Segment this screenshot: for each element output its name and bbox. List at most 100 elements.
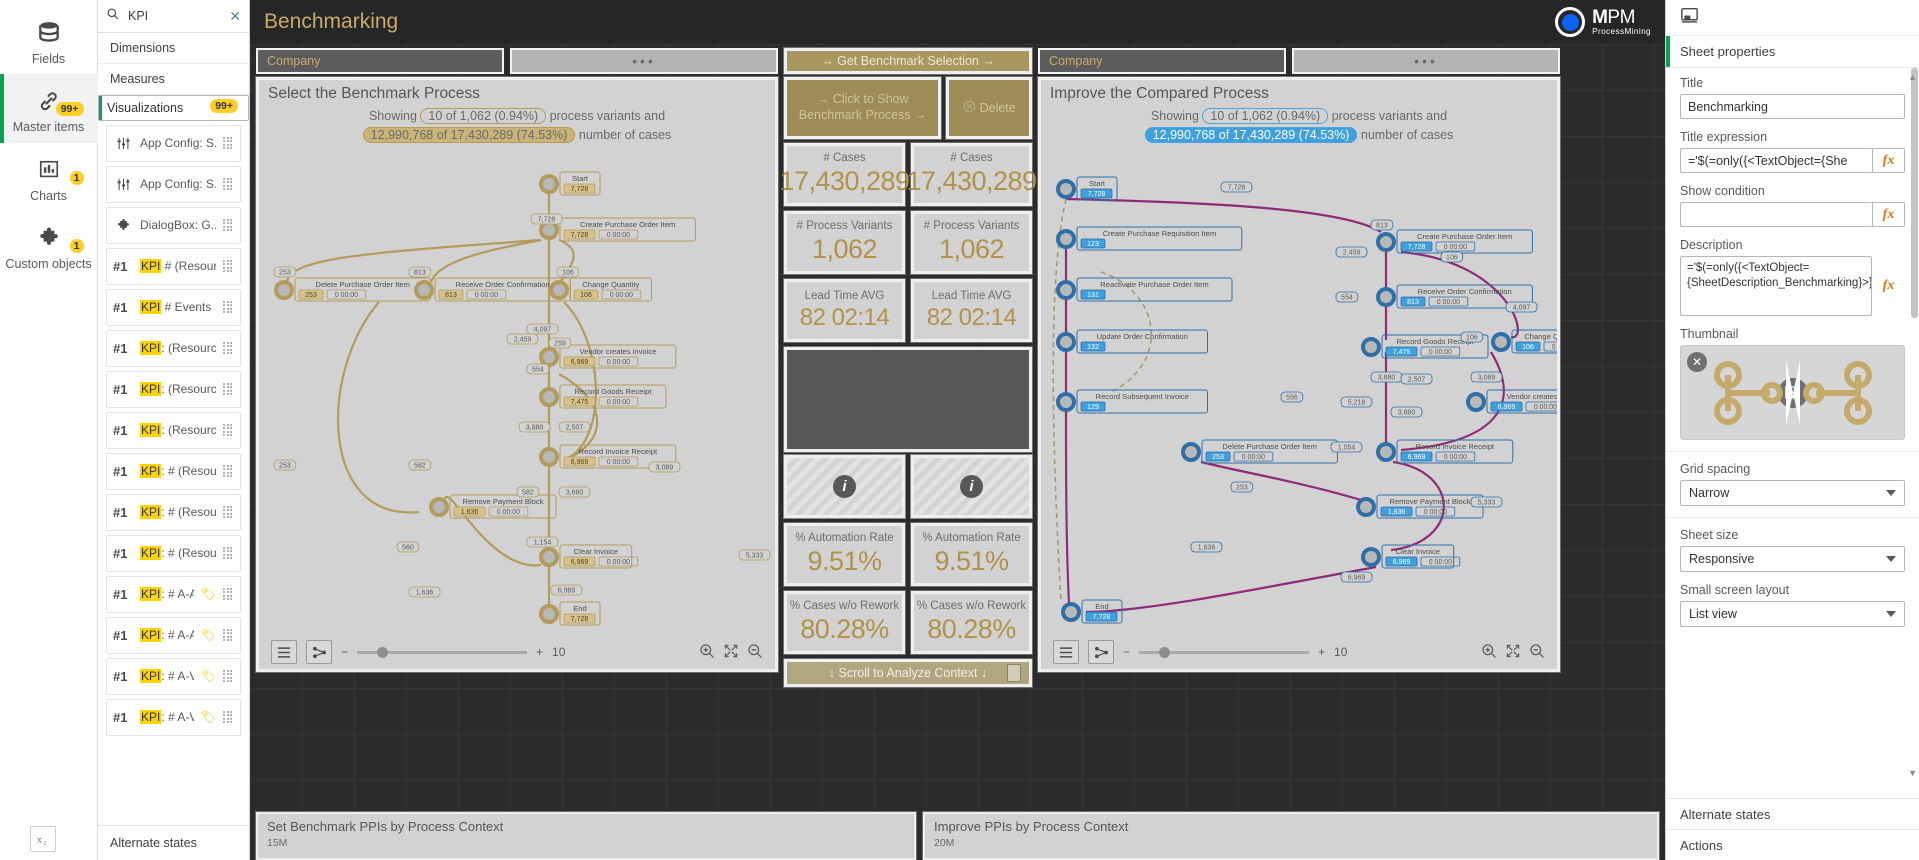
kpi-cases-right[interactable]: # Cases 17,430,289 (906, 142, 1037, 207)
kpi-automation-left[interactable]: % Automation Rate 9.51% (783, 522, 906, 587)
zoom-minus-icon[interactable]: − (341, 645, 348, 659)
small-screen-select[interactable]: List view (1680, 601, 1905, 627)
kpi-rework-right[interactable]: % Cases w/o Rework 80.28% (910, 590, 1033, 655)
scroll-handle[interactable] (1007, 664, 1021, 682)
drag-handle-icon[interactable] (223, 505, 234, 519)
kpi-leadtime-left[interactable]: Lead Time AVG 82 02:14 (783, 278, 906, 343)
show-condition-fx-button[interactable]: fx (1872, 202, 1905, 227)
benchmark-process-graph[interactable]: Start 7,728 Create Purchase Order Item 7,72… (259, 142, 775, 669)
process-node[interactable]: Create Purchase Order Item 7,728 0 00:00 (1376, 229, 1533, 254)
delete-button[interactable]: Delete (945, 76, 1033, 140)
benchmark-process-canvas[interactable]: Select the Benchmark Process Showing 10 … (259, 80, 775, 669)
master-items-list[interactable]: App Config: S... App Config: S... DialogBo… (98, 121, 249, 860)
master-item-row[interactable]: #1 KPI: (Resourc... (106, 330, 241, 367)
process-node[interactable]: Delete Purchase Order Item 253 0 00:00 (274, 277, 431, 302)
compared-process-object[interactable]: Improve the Compared Process Showing 10 … (1037, 76, 1561, 673)
kpi-cases-left[interactable]: # Cases 17,430,289 (779, 142, 910, 207)
cases-pill[interactable]: 12,990,768 of 17,430,289 (74.53%) (362, 126, 576, 143)
title-expression-fx-button[interactable]: fx (1872, 148, 1905, 173)
section-visualizations[interactable]: Visualizations 99+ (98, 95, 249, 121)
compared-process-graph[interactable]: Start 7,728 Create Purchase Requisition It… (1041, 142, 1557, 669)
left-tab-ellipsis[interactable]: ••• (510, 48, 778, 74)
properties-scrollbar[interactable] (1911, 68, 1918, 780)
master-item-row[interactable]: #1 KPI: (Resourc... (106, 412, 241, 449)
master-item-row[interactable]: DialogBox: G... (106, 207, 241, 244)
process-node[interactable]: Update Order Confirmation 132 (1056, 329, 1208, 354)
menu-icon[interactable] (1053, 640, 1079, 664)
clear-search-icon[interactable]: ✕ (229, 8, 241, 25)
master-item-row[interactable]: #1 KPI: # (Resour... (106, 535, 241, 572)
sheet-size-select[interactable]: Responsive (1680, 546, 1905, 572)
zoom-in-icon[interactable] (699, 643, 715, 662)
process-node[interactable]: Create Purchase Requisition Item 123 (1056, 226, 1243, 251)
master-item-row[interactable]: #1 KPI: # A-Var... 🏷 (106, 658, 241, 695)
master-item-row[interactable]: #1 KPI: # A-Var... 🏷 (106, 699, 241, 736)
process-node[interactable]: Vendor creates invoice 6,969 0 00:00 (539, 344, 677, 369)
zoom-out-icon[interactable] (1529, 643, 1545, 662)
process-node[interactable]: Clear Invoice 6,969 0 00:00 (1361, 544, 1461, 569)
formula-icon[interactable]: x2 (30, 826, 56, 852)
kpi-variants-left[interactable]: # Process Variants 1,062 (783, 210, 906, 275)
drag-handle-icon[interactable] (223, 628, 234, 642)
filter-graph-icon[interactable] (1088, 640, 1114, 664)
rail-item-master-items[interactable]: 99+ Master items (0, 74, 98, 144)
alternate-states-row[interactable]: Alternate states (98, 825, 249, 860)
click-to-show-benchmark-button[interactable]: → Click to Show Benchmark Process → (782, 76, 943, 140)
drag-handle-icon[interactable] (223, 341, 234, 355)
process-node[interactable]: Remove Payment Block 1,636 0 00:00 (429, 494, 557, 519)
sheet-icon[interactable] (1680, 7, 1699, 29)
set-benchmark-ppis-object[interactable]: Set Benchmark PPIs by Process Context 15… (255, 811, 917, 860)
get-benchmark-selection-button[interactable]: → Get Benchmark Selection → (783, 47, 1033, 75)
title-expression-input[interactable]: ='$(=only({<TextObject={She (1680, 148, 1872, 173)
drag-handle-icon[interactable] (223, 300, 234, 314)
rail-item-charts[interactable]: 1 Charts (0, 143, 98, 211)
master-item-row[interactable]: #1 KPI # (Resour... (106, 248, 241, 285)
master-item-row[interactable]: #1 KPI: # (Resour... (106, 453, 241, 490)
description-textarea[interactable]: ='$(=only({<TextObject={SheetDescription… (1680, 256, 1872, 316)
right-tab-company[interactable]: Company (1038, 48, 1286, 74)
process-node[interactable]: Remove Payment Block 1,636 0 00:00 (1356, 494, 1484, 519)
drag-handle-icon[interactable] (223, 218, 234, 232)
benchmark-toolbar[interactable]: − + 10 (259, 635, 775, 669)
zoom-minus-icon[interactable]: − (1123, 645, 1130, 659)
master-item-row[interactable]: #1 KPI: # A-Act... 🏷 (106, 576, 241, 613)
kpi-automation-right[interactable]: % Automation Rate 9.51% (910, 522, 1033, 587)
drag-handle-icon[interactable] (223, 464, 234, 478)
title-input[interactable]: Benchmarking (1680, 94, 1905, 119)
zoom-in-icon[interactable] (1481, 643, 1497, 662)
properties-alternate-states-row[interactable]: Alternate states (1666, 798, 1919, 829)
right-tab-ellipsis[interactable]: ••• (1292, 48, 1560, 74)
zoom-slider[interactable] (357, 646, 528, 658)
drag-handle-icon[interactable] (223, 546, 234, 560)
compared-toolbar[interactable]: − + 10 (1041, 635, 1557, 669)
master-item-row[interactable]: #1 KPI: # (Resour... (106, 494, 241, 531)
drag-handle-icon[interactable] (223, 259, 234, 273)
process-node[interactable]: End 7,728 (539, 601, 601, 626)
zoom-slider[interactable] (1139, 646, 1310, 658)
zoom-plus-icon[interactable]: + (1318, 645, 1325, 659)
master-item-row[interactable]: App Config: S... (106, 166, 241, 203)
variants-pill[interactable]: 10 of 1,062 (0.94%) (420, 108, 547, 124)
rail-item-custom-objects[interactable]: 1 Custom objects (0, 211, 98, 279)
master-item-row[interactable]: #1 KPI: (Resourc... (106, 371, 241, 408)
thumbnail-preview[interactable]: ✕ (1680, 345, 1905, 440)
show-condition-input[interactable] (1680, 202, 1872, 227)
drag-handle-icon[interactable] (223, 710, 234, 724)
kpi-variants-right[interactable]: # Process Variants 1,062 (910, 210, 1033, 275)
kpi-rework-left[interactable]: % Cases w/o Rework 80.28% (783, 590, 906, 655)
drag-handle-icon[interactable] (223, 177, 234, 191)
process-node[interactable]: Receive Order Confirmation 813 0 00:00 (414, 277, 571, 302)
process-node[interactable]: Start 7,728 (539, 171, 601, 196)
variants-pill[interactable]: 10 of 1,062 (0.94%) (1202, 108, 1329, 124)
process-node[interactable]: Record Invoice Receipt 6,969 0 00:00 (1376, 439, 1514, 464)
section-dimensions[interactable]: Dimensions (98, 33, 249, 64)
info-placeholder-left[interactable]: i (783, 454, 906, 519)
master-item-row[interactable]: App Config: S... (106, 125, 241, 162)
master-items-search[interactable]: KPI ✕ (98, 0, 249, 33)
scroll-to-analyze-button[interactable]: ↓ Scroll to Analyze Context ↓ (783, 658, 1033, 688)
compared-process-canvas[interactable]: Improve the Compared Process Showing 10 … (1041, 80, 1557, 669)
drag-handle-icon[interactable] (223, 587, 234, 601)
master-item-row[interactable]: #1 KPI # Events (106, 289, 241, 326)
drag-handle-icon[interactable] (223, 136, 234, 150)
section-measures[interactable]: Measures (98, 64, 249, 95)
